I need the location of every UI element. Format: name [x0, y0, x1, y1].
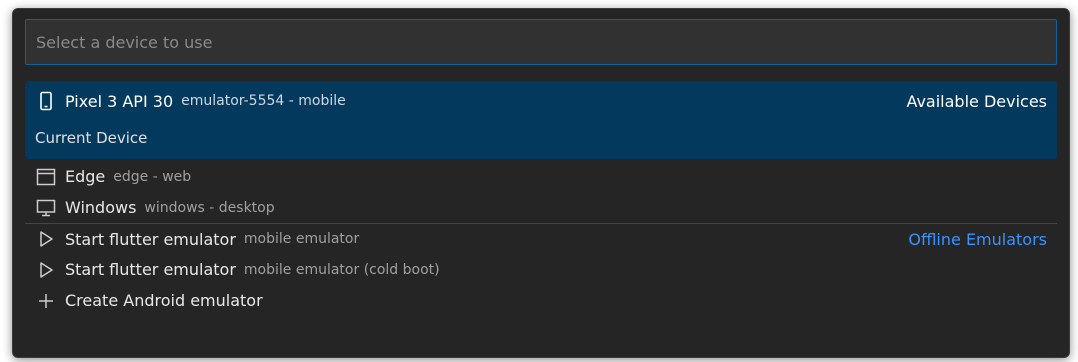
list-item-start-emulator[interactable]: Start flutter emulator mobile emulator O…	[25, 223, 1057, 254]
group-label-available-devices: Available Devices	[906, 91, 1047, 111]
device-description: edge - web	[113, 168, 192, 185]
device-list: Pixel 3 API 30 emulator-5554 - mobile Av…	[25, 81, 1057, 316]
emulator-description: mobile emulator (cold boot)	[243, 261, 440, 278]
editor-gutter	[0, 0, 12, 362]
list-item-pixel-3[interactable]: Pixel 3 API 30 emulator-5554 - mobile Av…	[25, 81, 1057, 159]
device-search-input[interactable]	[26, 20, 1056, 64]
emulator-label: Start flutter emulator	[65, 260, 236, 279]
list-item-windows[interactable]: Windows windows - desktop	[25, 192, 1057, 223]
device-label: Edge	[65, 167, 106, 186]
device-search-box[interactable]	[25, 19, 1057, 65]
emulator-description: mobile emulator	[243, 231, 360, 247]
mobile-phone-icon	[35, 90, 57, 112]
list-item-start-emulator-cold-boot[interactable]: Start flutter emulator mobile emulator (…	[25, 254, 1057, 285]
play-icon	[35, 259, 57, 281]
device-description: emulator-5554 - mobile	[181, 93, 346, 109]
list-item-edge[interactable]: Edge edge - web	[25, 161, 1057, 192]
browser-window-icon	[35, 166, 57, 188]
list-item-create-android-emulator[interactable]: Create Android emulator	[25, 285, 1057, 316]
device-label: Windows	[65, 198, 137, 217]
group-label-offline-emulators: Offline Emulators	[908, 229, 1047, 249]
emulator-label: Start flutter emulator	[65, 229, 236, 249]
plus-icon	[35, 290, 57, 312]
desktop-monitor-icon	[35, 197, 57, 219]
emulator-label: Create Android emulator	[65, 291, 263, 310]
device-detail: Current Device	[35, 129, 148, 147]
device-description: windows - desktop	[144, 199, 275, 216]
device-label: Pixel 3 API 30	[65, 91, 174, 111]
device-quick-pick: Pixel 3 API 30 emulator-5554 - mobile Av…	[12, 8, 1070, 358]
play-icon	[35, 228, 57, 250]
